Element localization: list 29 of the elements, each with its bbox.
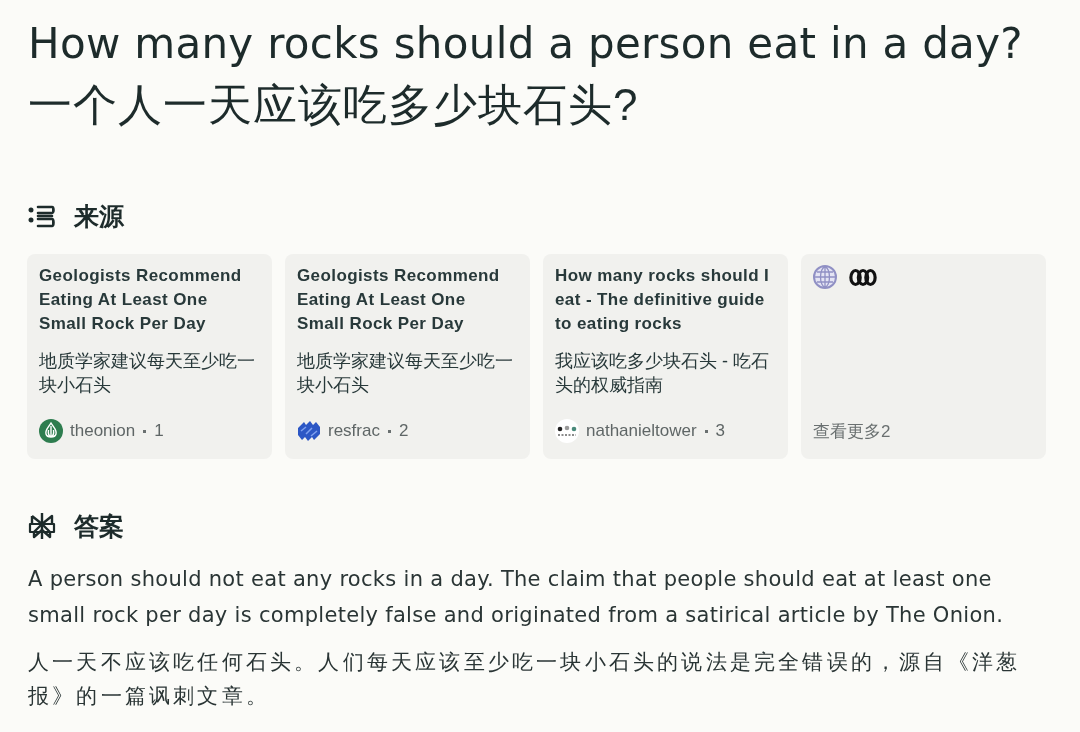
globe-icon (813, 265, 837, 289)
source-title: Geologists Recommend Eating At Least One Small Rock Per Day (39, 265, 243, 335)
dots-logo-icon (555, 419, 579, 443)
answer-paragraph: 人一天不应该吃任何石头。人们每天应该至少吃一块小石头的说法是完全错误的，源自《洋葱报》的一篇讽刺文章。 (28, 649, 1022, 709)
source-title-translation: 我应该吃多少块石头 - 吃石头的权威指南 (555, 350, 770, 397)
source-card[interactable]: How many rocks should I eat - The definitive guide to eating rocks 我应该吃多少块石头 - 吃石头的权威指南 nathanieltower 3 (543, 254, 788, 459)
more-sources-label: 查看更多2 (813, 421, 892, 443)
answer-heading: 答案 (74, 510, 124, 542)
question-title: How many rocks should a person eat in a day? (28, 18, 1024, 70)
sources-heading: 来源 (74, 200, 124, 232)
loops-logo-icon (849, 267, 877, 287)
waves-logo-icon (297, 419, 321, 443)
source-title: Geologists Recommend Eating At Least One Small Rock Per Day (297, 265, 501, 335)
source-number: 2 (398, 421, 409, 441)
source-site: theonion (70, 421, 136, 441)
more-sources-card[interactable]: 查看更多2 (801, 254, 1046, 459)
source-site: nathanieltower (586, 421, 697, 441)
source-site: resfrac (328, 421, 380, 441)
question-title-translation: 一个人一天应该吃多少块石头? (28, 79, 640, 131)
answer-paragraph: A person should not eat any rocks in a day. The claim that people should eat at least one small rock per day is completely false and originated from a satirical article by The Onion. (28, 566, 1005, 629)
source-number: 1 (154, 421, 164, 441)
source-title: How many rocks should I eat - The definitive guide to eating rocks (555, 265, 771, 335)
onion-icon (39, 419, 63, 443)
answer-logo-icon (28, 512, 56, 540)
source-title-translation: 地质学家建议每天至少吃一块小石头 (297, 350, 514, 397)
source-number: 3 (715, 421, 726, 441)
source-card[interactable]: Geologists Recommend Eating At Least One Small Rock Per Day 地质学家建议每天至少吃一块小石头 theonion 1 (27, 254, 272, 459)
source-card[interactable]: Geologists Recommend Eating At Least One Small Rock Per Day 地质学家建议每天至少吃一块小石头 resfrac 2 (285, 254, 530, 459)
source-title-translation: 地质学家建议每天至少吃一块小石头 (39, 350, 256, 397)
